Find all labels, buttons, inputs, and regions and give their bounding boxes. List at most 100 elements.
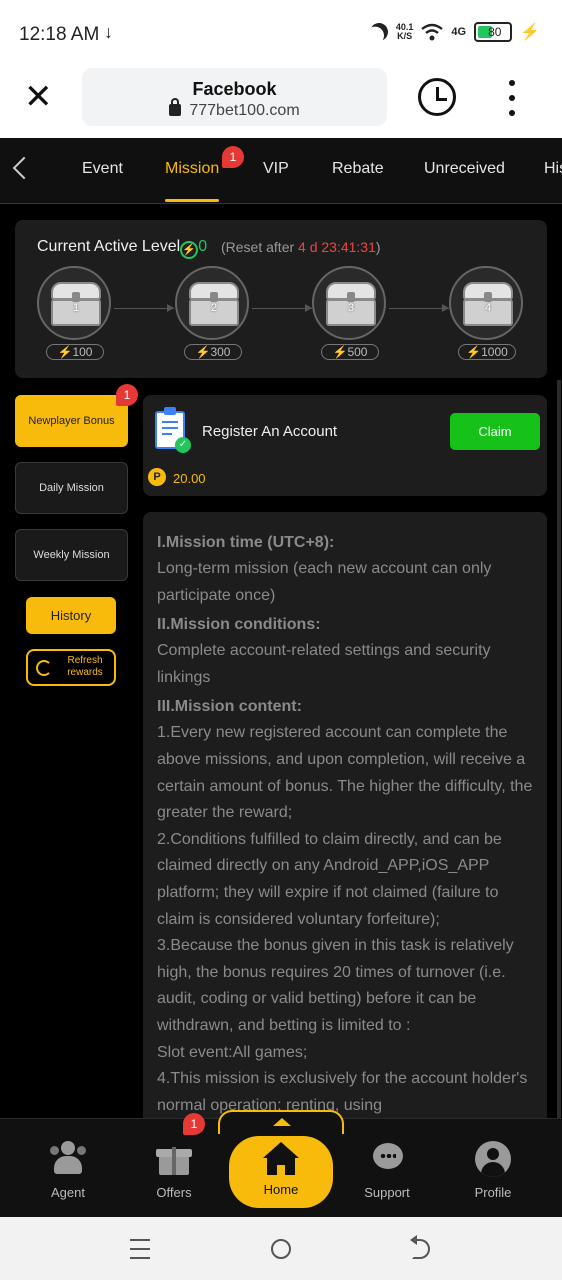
active-tab-indicator (165, 199, 219, 202)
status-icons: 40.1 K/S 4G 80 ⚡ (370, 22, 540, 42)
lock-icon (169, 98, 182, 116)
task-card: ✓ Register An Account Claim P 20.00 (143, 395, 547, 496)
url-bar[interactable]: Facebook 777bet100.com (82, 68, 387, 126)
agent-icon (50, 1141, 86, 1177)
tab-mission[interactable]: Mission (165, 160, 219, 178)
home-circle-icon[interactable] (271, 1239, 291, 1259)
tab-rebate[interactable]: Rebate (332, 160, 384, 178)
battery-icon: 80 (474, 22, 513, 42)
tab-history[interactable]: His (544, 160, 562, 178)
chest-icon: 3 (312, 266, 386, 340)
dnd-moon-icon (367, 20, 390, 43)
level-title-row: Current Active Level ⚡ 0 (37, 238, 207, 259)
browser-toolbar: ✕ Facebook 777bet100.com (0, 64, 562, 138)
rules-paragraph: 3.Because the bonus given in this task i… (157, 937, 514, 1034)
mission-tabs: Event Mission 1 VIP Rebate Unreceived Hi… (0, 138, 562, 204)
rules-paragraph: 2.Conditions fulfilled to claim directly… (157, 830, 502, 928)
chest-icon: 1 (37, 266, 111, 340)
rules-heading: I.Mission time (UTC+8): (157, 534, 335, 551)
tab-event[interactable]: Event (82, 160, 123, 178)
tab-unreceived[interactable]: Unreceived (424, 160, 505, 178)
tab-vip[interactable]: VIP (263, 160, 289, 178)
chevron-up-icon (218, 1110, 344, 1134)
reset-timer: (Reset after 4 d 23:41:31) (221, 239, 381, 255)
bolt-icon: ⚡ (57, 345, 73, 359)
offers-badge: 1 (183, 1113, 205, 1135)
recent-apps-icon[interactable] (130, 1239, 150, 1259)
chest-number: 4 (484, 302, 492, 314)
more-menu-icon[interactable] (504, 80, 520, 116)
rules-paragraph: 1.Every new registered account can compl… (157, 724, 533, 822)
support-chat-icon (369, 1141, 405, 1177)
chest-icon: 4 (449, 266, 523, 340)
chest-number: 3 (347, 302, 355, 314)
nav-support-label: Support (364, 1185, 410, 1200)
nav-offers-label: Offers (156, 1185, 192, 1200)
battery-level: 80 (488, 25, 502, 39)
chest-number: 2 (210, 302, 218, 314)
nav-profile-label: Profile (474, 1185, 512, 1200)
url-text-row: 777bet100.com (82, 98, 387, 120)
net-speed: 40.1 K/S (396, 23, 414, 41)
close-icon[interactable]: ✕ (24, 80, 53, 114)
chest-points-value: 100 (72, 345, 93, 359)
gift-icon (156, 1141, 192, 1177)
page-title: Facebook (192, 79, 277, 99)
rules-paragraph: Long-term mission (each new account can … (157, 560, 492, 604)
refresh-rewards-button[interactable]: Refresh rewards (26, 649, 116, 686)
progress-arrow (252, 304, 312, 312)
level-title: Current Active Level (37, 238, 181, 255)
chest-level-4[interactable]: 4 ⚡1000 (449, 266, 525, 360)
system-nav-bar (0, 1217, 562, 1280)
net-speed-unit: K/S (397, 31, 413, 41)
level-value: 0 (198, 238, 208, 255)
nav-home[interactable]: Home (229, 1136, 333, 1208)
rules-heading: II.Mission conditions: (157, 616, 321, 634)
status-bar: 12:18 AM ↓ 40.1 K/S 4G 80 ⚡ (0, 0, 562, 64)
reset-prefix: (Reset after (221, 239, 299, 255)
nav-agent-label: Agent (51, 1185, 85, 1200)
bolt-icon: ⚡ (466, 345, 482, 359)
refresh-icon (36, 660, 52, 676)
bolt-icon: ⚡ (332, 345, 348, 359)
scrollbar[interactable] (557, 380, 561, 1120)
reset-countdown: 4 d 23:41:31 (298, 239, 376, 255)
coin-icon: P (148, 468, 166, 486)
chest-points: ⚡1000 (458, 344, 516, 360)
network-type: 4G (451, 25, 467, 38)
newplayer-badge: 1 (116, 384, 138, 406)
reset-suffix: ) (375, 239, 381, 255)
chest-level-2[interactable]: 2 ⚡300 (175, 266, 251, 360)
task-reward: 20.00 (173, 471, 206, 486)
back-arrow-icon[interactable] (12, 156, 36, 180)
chest-icon: 2 (175, 266, 249, 340)
chest-points: ⚡300 (184, 344, 242, 360)
task-title: Register An Account (202, 423, 338, 440)
system-back-icon[interactable] (410, 1235, 430, 1259)
claim-button[interactable]: Claim (450, 413, 540, 450)
chest-number: 1 (72, 302, 80, 314)
chest-points-value: 1000 (481, 345, 508, 359)
chest-level-3[interactable]: 3 ⚡500 (312, 266, 388, 360)
rules-paragraph: 4.This mission is exclusively for the ac… (157, 1070, 528, 1114)
chest-points-value: 500 (347, 345, 368, 359)
active-level-card: Current Active Level ⚡ 0 (Reset after 4 d … (15, 220, 547, 378)
chest-level-1[interactable]: 1 ⚡100 (37, 266, 113, 360)
charging-icon: ⚡ (520, 24, 540, 41)
history-button[interactable]: History (26, 597, 116, 634)
daily-mission-button[interactable]: Daily Mission (15, 462, 128, 514)
chest-points-value: 300 (210, 345, 231, 359)
refresh-label: Refresh rewards (67, 655, 103, 678)
url-text: 777bet100.com (189, 102, 300, 119)
progress-arrow (114, 304, 174, 312)
rules-paragraph: Slot event:All games; (157, 1043, 308, 1061)
progress-arrow (389, 304, 449, 312)
history-icon[interactable] (418, 78, 456, 116)
wifi-icon (421, 23, 444, 41)
weekly-mission-button[interactable]: Weekly Mission (15, 529, 128, 581)
tab-mission-badge: 1 (222, 146, 244, 168)
nav-home-label: Home (263, 1182, 299, 1197)
newplayer-bonus-button[interactable]: Newplayer Bonus (15, 395, 128, 447)
profile-icon (475, 1141, 511, 1177)
clipboard-check-icon: ✓ (155, 407, 191, 453)
